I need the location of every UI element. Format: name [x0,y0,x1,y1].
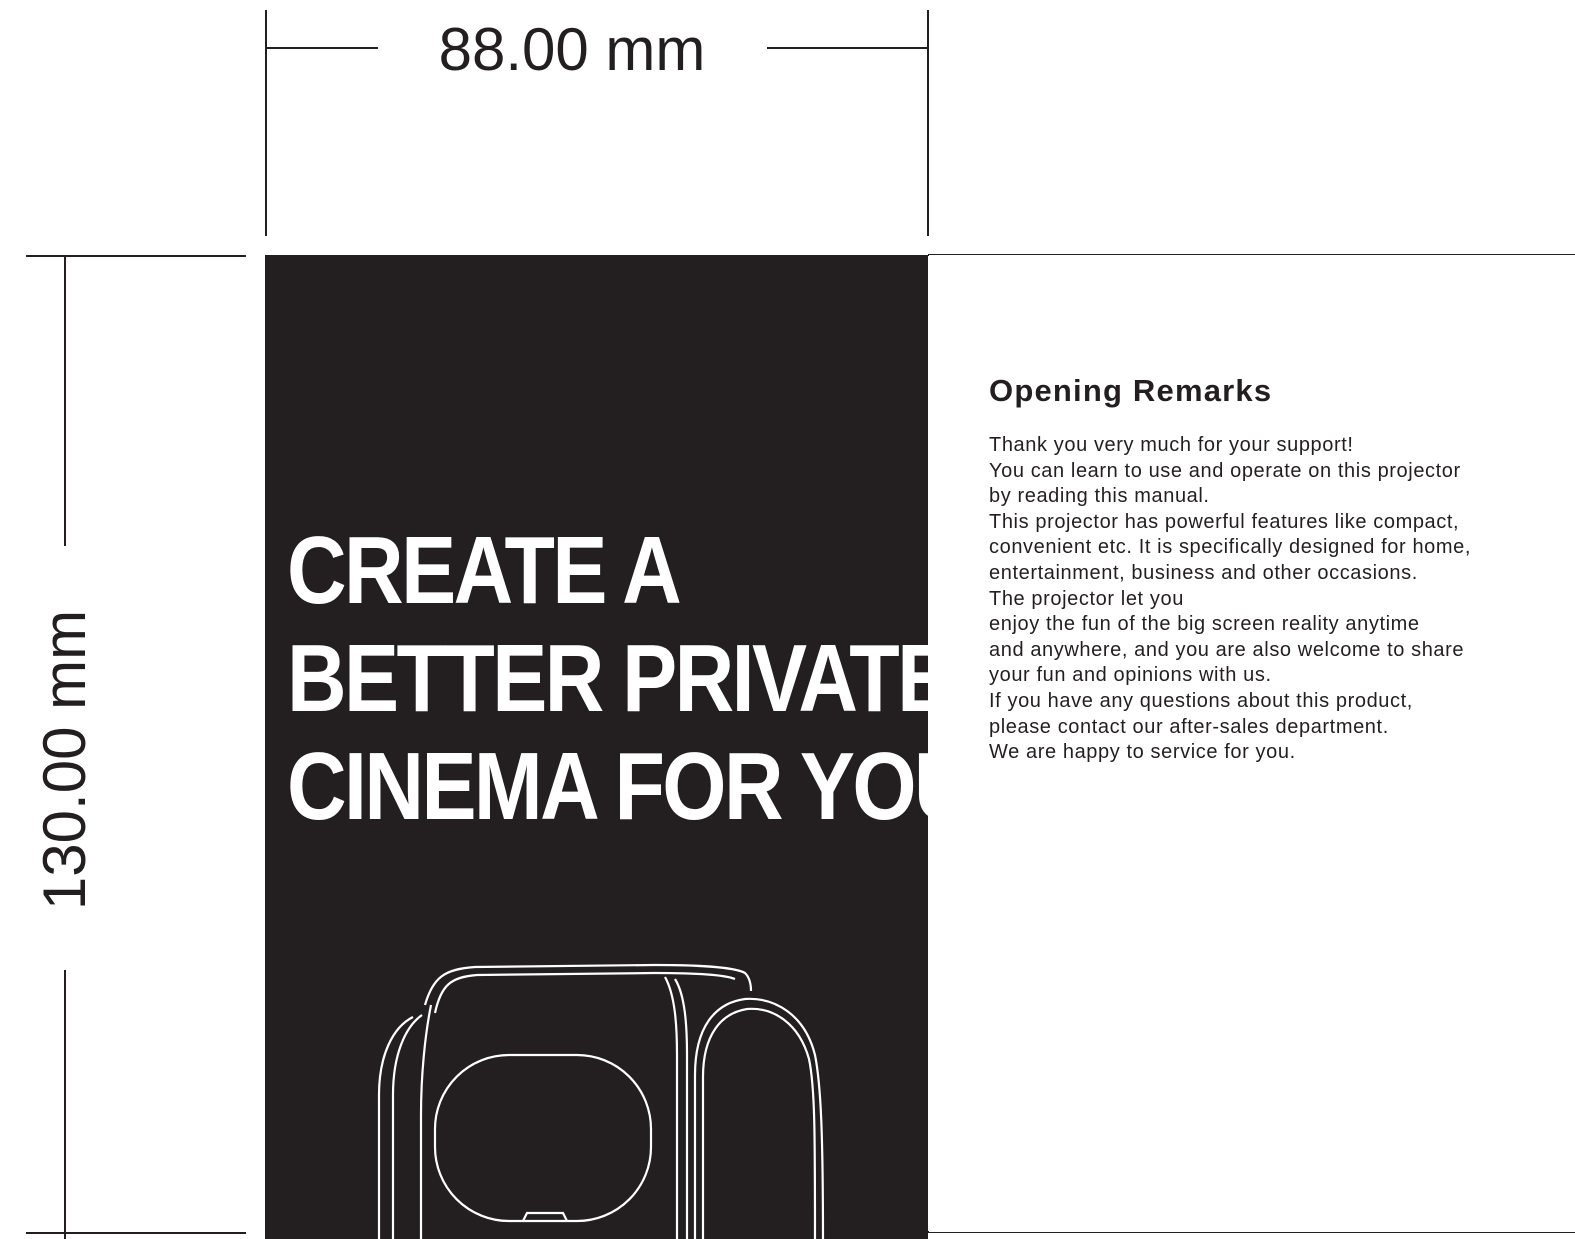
projector-front-face [419,1004,433,1239]
width-dim-line-right [767,47,928,49]
opening-remarks-title: Opening Remarks [989,373,1273,408]
projector-illustration [377,963,825,1239]
projector-lens-window [433,1053,653,1223]
projector-left-side [377,1016,414,1239]
opening-remarks-panel: Opening Remarks Thank you very much for … [929,255,1575,1232]
opening-remarks-body: Thank you very much for your support! Yo… [989,433,1471,766]
width-dimension-label: 88.00 mm [438,16,706,83]
height-dim-line-bottom [64,970,66,1239]
projector-front-face-edge-inner [664,976,679,1239]
remarks-line: You can learn to use and operate on this… [989,459,1461,482]
remarks-line: enjoy the fun of the big screen reality … [989,613,1420,636]
projector-side-block [693,997,825,1239]
height-dimension-label: 130.00 mm [31,609,98,911]
remarks-line: entertainment, business and other occasi… [989,561,1418,584]
remarks-line: The projector let you [989,587,1184,610]
projector-left-side-inner [391,1014,423,1239]
height-dim-top-extension [26,255,246,257]
remarks-line: by reading this manual. [989,485,1210,508]
remarks-line: This projector has powerful features lik… [989,510,1460,533]
projector-base-tab [522,1211,568,1222]
remarks-line: Thank you very much for your support! [989,434,1354,456]
remarks-line: and anywhere, and you are also welcome t… [989,638,1465,661]
headline-line-1: CREATE A [287,517,682,624]
projector-top-shell-inner [433,971,736,1014]
front-cover-panel: CREATE A BETTER PRIVATE CINEMA FOR YOU [265,255,928,1239]
headline-line-2: BETTER PRIVATE [287,625,928,732]
remarks-line: please contact our after-sales departmen… [989,715,1389,738]
remarks-line: If you have any questions about this pro… [989,689,1413,712]
remarks-line: your fun and opinions with us. [989,664,1272,687]
width-dim-left-extension [265,10,267,236]
projector-top-shell [423,963,753,1006]
cover-headline: CREATE A BETTER PRIVATE CINEMA FOR YOU [287,517,928,841]
height-dim-bottom-extension [26,1232,246,1234]
remarks-line: We are happy to service for you. [989,741,1296,764]
width-dim-line-left [265,47,378,49]
height-dim-line-top [64,256,66,546]
projector-side-block-inner [701,1007,817,1239]
remarks-line: convenient etc. It is specifically desig… [989,536,1472,559]
width-dim-right-extension [927,10,929,236]
headline-line-3: CINEMA FOR YOU [287,733,928,840]
